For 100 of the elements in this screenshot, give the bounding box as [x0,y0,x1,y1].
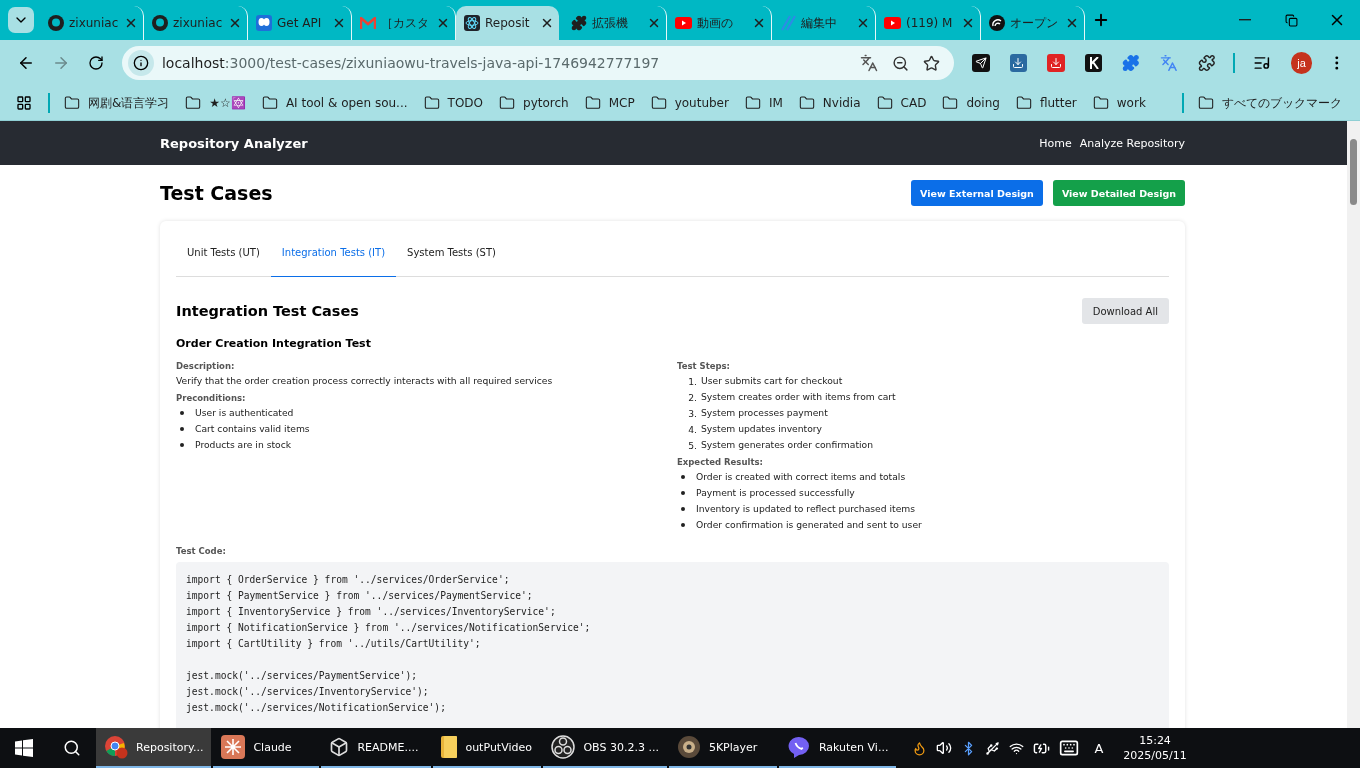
bookmark-star-icon[interactable] [923,54,940,72]
bullet-icon [180,411,184,415]
bookmark-folder[interactable]: Nvidia [790,89,869,117]
tab-title: Get API [277,16,323,30]
taskbar-app[interactable]: Claude [213,728,320,768]
list-item: User is authenticated [195,406,294,420]
nav-link[interactable]: Analyze Repository [1079,136,1185,150]
address-bar[interactable]: localhost:3000/test-cases/zixuniaowu-travels-java-api-1746942777197 [121,46,954,80]
taskbar-app[interactable]: Repository... [96,728,212,768]
folder-icon [1198,95,1214,111]
close-icon[interactable] [961,16,975,30]
taskbar-app[interactable]: 5KPlayer [668,728,777,768]
taskbar-app[interactable]: Rakuten Vi... [778,728,897,768]
description-text: Verify that the order creation process correctly interacts with all required services [176,374,554,388]
browser-tab[interactable]: Reposit [456,6,559,40]
input-mode-indicator[interactable]: A [1094,740,1104,756]
bookmark-folder[interactable]: AI tool & open sou... [253,89,416,117]
wifi-icon[interactable] [1009,740,1025,756]
bookmark-folder[interactable]: MCP [576,89,643,117]
bookmark-folder[interactable]: すべてのブックマーク [1190,89,1350,117]
puzzle-icon[interactable] [1122,54,1141,72]
code-line: import { NotificationService } from '../services/NotificationService'; [186,621,592,635]
bookmark-folder[interactable]: CAD [868,89,935,117]
step-number: 5. [687,439,697,451]
taskbar-app[interactable]: outPutVideo [433,728,542,768]
taskbar-app[interactable]: README.... [321,728,432,768]
site-info-button[interactable] [127,50,154,76]
player-icon [676,735,701,759]
bookmark-folder[interactable]: flutter [1007,89,1085,117]
code-line: import { CartUtility } from '../utils/CartUtility'; [186,637,482,651]
download-icon[interactable] [1047,54,1065,72]
test-name: Order Creation Integration Test [176,337,372,350]
code-line: jest.mock('../services/InventoryService'); [186,685,430,699]
keyboard-icon[interactable] [1059,738,1080,758]
zoom-out-icon[interactable] [892,54,909,72]
taskbar-app[interactable]: OBS 30.2.3 ... [543,728,667,768]
test-type-tab[interactable]: Integration Tests (IT) [270,229,397,277]
bookmark-folder[interactable]: IM [736,89,791,117]
folder-icon [1092,95,1109,111]
extensions-icon[interactable] [1197,54,1216,72]
letter-k-icon[interactable] [1084,54,1103,72]
download-icon[interactable] [1009,54,1028,72]
list-item: System updates inventory [701,422,822,436]
test-type-tab[interactable]: System Tests (ST) [396,229,507,277]
field-label: Expected Results: [677,456,764,469]
obs-icon [551,735,576,759]
bookmark-folder[interactable]: doing [934,89,1008,117]
nav-link[interactable]: Home [1039,136,1072,150]
code-line: import { OrderService } from '../services/OrderService'; [186,573,511,587]
folder-icon [876,95,893,111]
apps-icon[interactable] [16,95,32,111]
close-icon[interactable] [436,16,450,30]
close-icon[interactable] [124,16,138,30]
paper-plane-icon[interactable] [972,54,990,72]
list-item: Payment is processed successfully [696,486,855,500]
close-icon[interactable] [228,16,242,30]
info-icon [132,55,149,71]
bullet-icon [180,443,184,447]
close-icon[interactable] [856,16,870,30]
app-brand: Repository Analyzer [160,135,308,151]
restore-icon [1284,13,1298,27]
field-label: Preconditions: [176,392,247,405]
close-icon[interactable] [540,16,554,30]
tab-list-button[interactable] [8,7,34,33]
step-number: 2. [687,391,697,403]
translate-icon[interactable] [860,54,878,72]
bookmark-folder[interactable]: work [1084,89,1154,117]
tab-title: (119) M [906,16,954,30]
code-line: import { InventoryService } from '../services/InventoryService'; [186,605,557,619]
design-button[interactable]: View External Design [911,180,1043,206]
close-icon[interactable] [752,16,766,30]
bookmark-folder[interactable]: ★☆🔯 [177,89,254,117]
close-icon[interactable] [647,16,661,30]
list-item: User submits cart for checkout [701,374,843,388]
test-type-tab[interactable]: Unit Tests (UT) [176,229,271,277]
step-number: 3. [687,407,697,419]
folder-icon [798,95,815,111]
download-all-button[interactable]: Download All [1081,298,1169,324]
clock-time[interactable]: 15:24 [1139,733,1171,748]
bullet-icon [681,507,685,511]
code-line: import { PaymentService } from '../services/PaymentService'; [186,589,534,603]
clock-date[interactable]: 2025/05/11 [1123,748,1187,763]
folder-icon [942,95,959,111]
list-item: Inventory is updated to reflect purchased items [696,502,916,516]
page-title: Test Cases [160,182,274,204]
volume-icon[interactable] [936,740,953,756]
bookmark-folder[interactable]: 网剧&语言学习 [56,89,178,117]
tab-title: zixuniac [173,16,223,30]
bookmark-folder[interactable]: youtuber [642,89,737,117]
profile-avatar[interactable]: ja [1290,52,1313,74]
media-control-icon[interactable] [1253,54,1271,72]
close-icon[interactable] [332,16,346,30]
close-icon[interactable] [1065,16,1079,30]
bookmark-folder[interactable]: TODO [415,89,492,117]
list-item: System generates order confirmation [701,438,873,452]
tab-title: 編集中 [801,14,838,32]
section-title: Integration Test Cases [176,303,360,319]
scrollbar[interactable] [1347,121,1360,728]
usb-icon[interactable] [985,740,1001,756]
bookmark-folder[interactable]: pytorch [491,89,577,117]
